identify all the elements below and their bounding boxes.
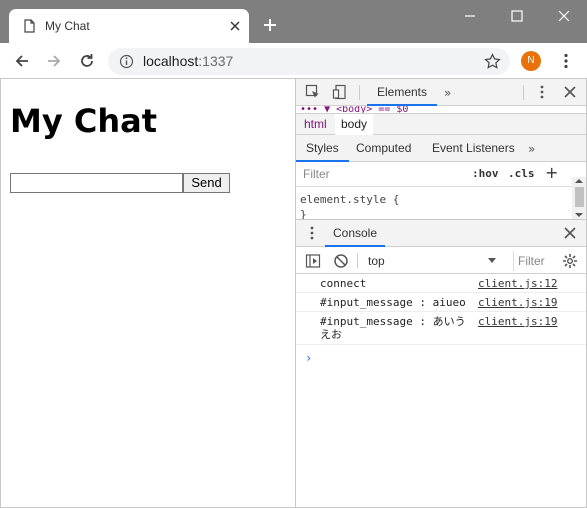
devtools-menu-icon[interactable] [534, 84, 550, 100]
console-message: #input_message : あいう えお client.js:19 [296, 312, 586, 345]
bookmark-star-icon[interactable] [484, 53, 501, 70]
console-prompt[interactable]: › [305, 351, 312, 365]
scroll-down-icon[interactable] [575, 213, 583, 217]
close-icon[interactable] [228, 19, 242, 33]
profile-avatar[interactable]: N [521, 51, 541, 71]
styles-subtabs: Styles Computed Event Listeners » [296, 135, 586, 162]
chevron-down-icon[interactable] [488, 258, 496, 263]
tab-computed[interactable]: Computed [356, 135, 411, 162]
console-toolbar: top Filter [296, 247, 586, 274]
page-viewport: My Chat Send [0, 79, 295, 508]
new-tab-icon[interactable] [262, 17, 278, 33]
console-message: #input_message : aiueo client.js:19 [296, 293, 586, 312]
tab-title: My Chat [45, 19, 90, 33]
send-button[interactable]: Send [183, 173, 230, 193]
drawer-header: Console [296, 219, 586, 247]
inspect-element-icon[interactable] [305, 84, 321, 100]
more-subtabs-icon[interactable]: » [528, 142, 535, 156]
reload-icon[interactable] [78, 52, 96, 70]
element-style-rule[interactable]: element.style { [300, 193, 399, 206]
styles-pane: element.style { } [296, 187, 572, 219]
dom-tree-peek[interactable]: ••• ▼ <body> == $0 [296, 106, 586, 113]
devtools-close-icon[interactable] [562, 84, 578, 100]
context-selector[interactable]: top [368, 254, 385, 268]
console-message-source[interactable]: client.js:12 [478, 277, 557, 290]
more-tabs-icon[interactable]: » [444, 86, 451, 100]
scroll-thumb[interactable] [575, 187, 584, 207]
url-host: localhost [143, 53, 199, 69]
drawer-close-icon[interactable] [562, 225, 578, 241]
breadcrumb: html body [296, 113, 586, 135]
browser-titlebar: My Chat [0, 0, 587, 43]
cls-toggle[interactable]: .cls [508, 167, 535, 180]
page-heading: My Chat [10, 102, 157, 140]
styles-filter-input[interactable]: Filter [303, 167, 330, 181]
message-input[interactable] [10, 173, 183, 193]
console-message: connect client.js:12 [296, 274, 586, 293]
info-icon[interactable] [119, 54, 134, 69]
divider [357, 253, 358, 268]
console-message-text: #input_message : あいう えお [320, 315, 466, 341]
sidebar-toggle-icon[interactable] [305, 253, 321, 269]
styles-scrollbar[interactable] [572, 177, 586, 219]
console-message-source[interactable]: client.js:19 [478, 296, 557, 309]
clear-console-icon[interactable] [333, 253, 349, 269]
url-port: :1337 [198, 53, 234, 69]
console-filter-input[interactable]: Filter [513, 251, 546, 271]
window-close-icon[interactable] [553, 6, 575, 26]
browser-toolbar: localhost:1337 N [0, 43, 587, 79]
tab-console[interactable]: Console [325, 220, 385, 247]
forward-icon[interactable] [45, 52, 63, 70]
address-bar[interactable]: localhost:1337 [108, 48, 510, 75]
browser-tab[interactable]: My Chat [9, 9, 249, 43]
console-log: connect client.js:12 #input_message : ai… [296, 274, 586, 345]
devtools-main-tabs: Elements » [296, 79, 586, 106]
gear-icon[interactable] [562, 253, 578, 269]
device-toolbar-icon[interactable] [332, 84, 348, 100]
breadcrumb-html[interactable]: html [298, 114, 333, 135]
devtools-panel: Elements » ••• ▼ <body> == $0 html body … [295, 79, 587, 508]
url-text[interactable]: localhost:1337 [143, 53, 233, 69]
element-style-close: } [300, 208, 307, 219]
console-message-text: #input_message : aiueo [320, 296, 466, 309]
minimize-icon[interactable] [459, 6, 481, 26]
hov-toggle[interactable]: :hov [472, 167, 499, 180]
divider [359, 85, 360, 100]
scroll-up-icon[interactable] [575, 179, 583, 183]
drawer-menu-icon[interactable] [304, 225, 320, 241]
tab-elements[interactable]: Elements [367, 79, 437, 106]
tab-event-listeners[interactable]: Event Listeners [432, 135, 515, 162]
tab-styles[interactable]: Styles [296, 135, 349, 162]
new-style-rule-icon[interactable]: + [545, 163, 558, 182]
browser-menu-icon[interactable] [557, 52, 575, 70]
back-icon[interactable] [13, 52, 31, 70]
console-message-text: connect [320, 277, 367, 290]
breadcrumb-body[interactable]: body [335, 114, 374, 135]
maximize-icon[interactable] [506, 6, 528, 26]
console-message-source[interactable]: client.js:19 [478, 315, 557, 328]
divider [523, 85, 524, 100]
styles-filter-bar: Filter :hov .cls + [296, 162, 586, 187]
document-icon [24, 19, 35, 33]
